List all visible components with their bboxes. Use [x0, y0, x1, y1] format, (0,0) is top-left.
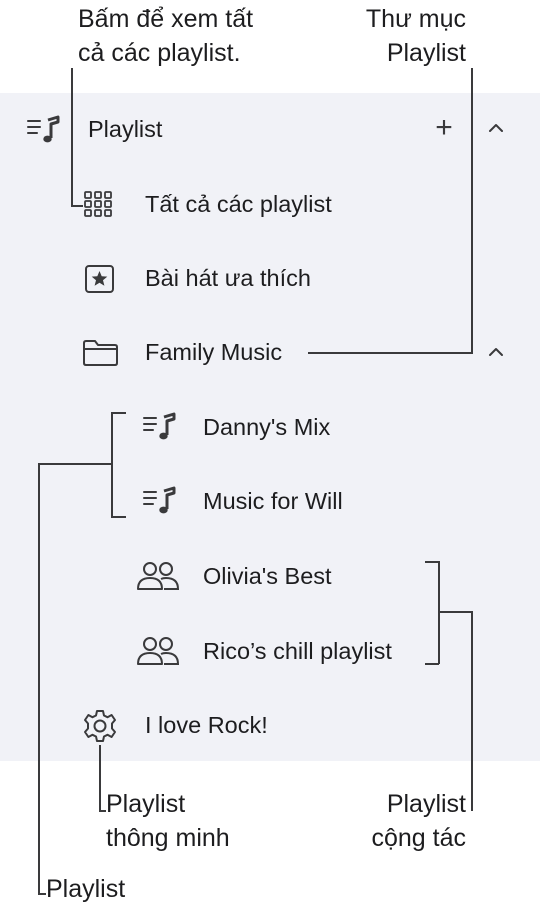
- folder-icon: [82, 339, 120, 367]
- callout-playlist-folder-line2: Playlist: [386, 39, 466, 67]
- callout-smart-playlist-line2: thông minh: [106, 824, 230, 852]
- playlist-section-title: Playlist: [88, 116, 163, 142]
- leader-line: [308, 352, 473, 354]
- sidebar-item-label: Olivia's Best: [203, 563, 332, 589]
- callout-collab-playlist-line1: Playlist: [386, 790, 466, 818]
- sidebar-item-label: Rico’s chill playlist: [203, 638, 392, 664]
- callout-all-playlists-line2: cả các playlist.: [78, 39, 241, 67]
- sidebar-item-favorite-songs[interactable]: Bài hát ưa thích: [70, 258, 470, 298]
- leader-line: [71, 68, 73, 206]
- collapse-playlists-chevron-icon[interactable]: [486, 120, 506, 136]
- leader-line: [438, 611, 472, 613]
- leader-bracket: [111, 412, 126, 414]
- sidebar-item-label: Danny's Mix: [203, 414, 331, 440]
- callout-smart-playlist-line1: Playlist: [106, 790, 186, 818]
- sidebar-item-dannys-mix[interactable]: Danny's Mix: [130, 407, 430, 447]
- leader-line: [71, 205, 83, 207]
- callout-playlist: Playlist: [46, 875, 126, 903]
- leader-line: [38, 893, 46, 895]
- callout-playlist-folder-line1: Thư mục: [365, 5, 466, 33]
- add-playlist-button[interactable]: +: [430, 113, 458, 144]
- leader-line: [99, 810, 106, 812]
- leader-line: [99, 745, 101, 811]
- callout-collab-playlist-line2: cộng tác: [371, 824, 466, 852]
- leader-line: [471, 68, 473, 353]
- sidebar-item-family-music-folder[interactable]: Family Music: [70, 332, 330, 372]
- gear-icon: [82, 708, 118, 744]
- sidebar-item-all-playlists[interactable]: Tất cả các playlist: [70, 184, 470, 224]
- sidebar-item-i-love-rock[interactable]: I love Rock!: [70, 705, 370, 745]
- leader-bracket: [425, 561, 439, 563]
- playlist-icon: [142, 411, 178, 443]
- playlist-icon: [142, 485, 178, 517]
- sidebar-item-label: Music for Will: [203, 488, 343, 514]
- sidebar-item-music-for-will[interactable]: Music for Will: [130, 481, 430, 521]
- leader-bracket: [438, 561, 440, 664]
- people-icon: [136, 635, 180, 667]
- sidebar-item-ricos-chill-playlist[interactable]: Rico’s chill playlist: [130, 631, 430, 671]
- leader-line: [38, 463, 112, 465]
- leader-line: [38, 463, 40, 895]
- sidebar-item-olivias-best[interactable]: Olivia's Best: [130, 556, 430, 596]
- sidebar-item-label: Tất cả các playlist: [145, 191, 332, 217]
- collapse-folder-chevron-icon[interactable]: [486, 344, 506, 360]
- grid-icon: [82, 190, 118, 218]
- leader-bracket: [111, 516, 126, 518]
- leader-bracket: [111, 412, 113, 518]
- callout-all-playlists-line1: Bấm để xem tất: [78, 5, 254, 33]
- sidebar-item-label: Bài hát ưa thích: [145, 265, 311, 291]
- star-box-icon: [84, 264, 116, 294]
- leader-bracket: [425, 663, 439, 665]
- leader-line: [471, 611, 473, 811]
- people-icon: [136, 560, 180, 592]
- sidebar-item-label: Family Music: [145, 339, 283, 365]
- sidebar-item-label: I love Rock!: [145, 712, 268, 738]
- playlist-section-icon: [26, 114, 62, 146]
